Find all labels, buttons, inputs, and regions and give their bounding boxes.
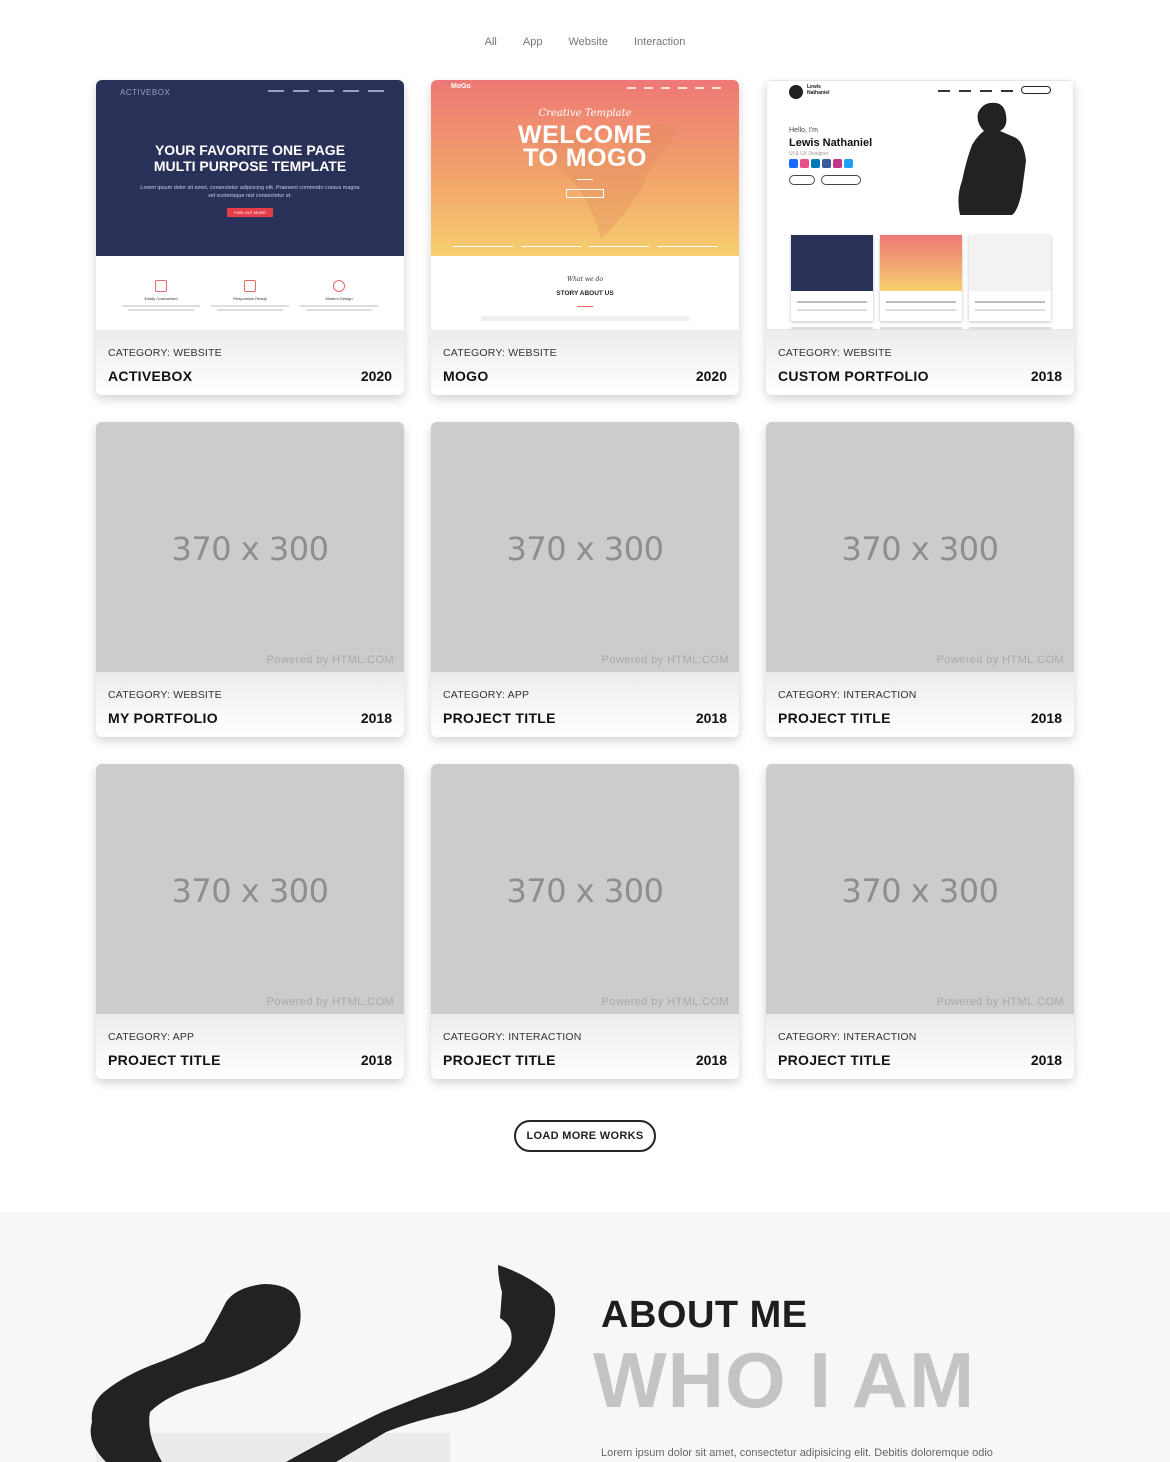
facebook-icon: [822, 159, 831, 168]
about-text: Lorem ipsum dolor sit amet, consectetur …: [601, 1447, 993, 1459]
work-card[interactable]: 370 x 300 Powered by HTML.COM CATEGORY: …: [96, 422, 404, 737]
work-card[interactable]: 370 x 300 Powered by HTML.COM CATEGORY: …: [766, 764, 1074, 1079]
filter-interaction[interactable]: Interaction: [634, 36, 685, 48]
work-info: CATEGORY: INTERACTION PROJECT TITLE 2018: [766, 1014, 1074, 1079]
tools-icon: [155, 280, 167, 292]
mogo-logo: MoGo: [451, 83, 471, 90]
monitor-icon: [244, 280, 256, 292]
work-category: CATEGORY: WEBSITE: [778, 347, 892, 359]
work-info: CATEGORY: WEBSITE MOGO 2020: [431, 330, 739, 395]
placeholder-thumbnail: 370 x 300 Powered by HTML.COM: [96, 422, 404, 672]
behance-icon: [789, 159, 798, 168]
placeholder-thumbnail: 370 x 300 Powered by HTML.COM: [766, 422, 1074, 672]
work-year: 2018: [695, 1052, 727, 1068]
work-card[interactable]: 370 x 300 Powered by HTML.COM CATEGORY: …: [431, 422, 739, 737]
work-year: 2018: [360, 710, 392, 726]
work-year: 2018: [1030, 1052, 1062, 1068]
placeholder-thumbnail: 370 x 300 Powered by HTML.COM: [766, 764, 1074, 1014]
work-card[interactable]: 370 x 300 Powered by HTML.COM CATEGORY: …: [96, 764, 404, 1079]
about-title: ABOUT ME: [601, 1294, 808, 1336]
work-info: CATEGORY: WEBSITE MY PORTFOLIO 2018: [96, 672, 404, 737]
work-thumbnail: MoGo Creative Template WELCOME TO MOGO W…: [431, 80, 739, 330]
load-more-works-button[interactable]: LOAD MORE WORKS: [514, 1120, 656, 1152]
filter-all[interactable]: All: [485, 36, 497, 48]
work-year: 2018: [1030, 368, 1062, 384]
work-category: CATEGORY: WEBSITE: [108, 689, 222, 701]
portfolio-preview: Lewis Nathaniel Hello, I'm Lewis Nathani…: [766, 80, 1074, 330]
work-title: PROJECT TITLE: [443, 1052, 556, 1068]
work-thumbnail: Lewis Nathaniel Hello, I'm Lewis Nathani…: [766, 80, 1074, 330]
work-info: CATEGORY: INTERACTION PROJECT TITLE 2018: [431, 1014, 739, 1079]
work-category: CATEGORY: WEBSITE: [108, 347, 222, 359]
work-category: CATEGORY: INTERACTION: [778, 689, 917, 701]
work-thumbnail: ACTIVEBOX YOUR FAVORITE ONE PAGE MULTI P…: [96, 80, 404, 330]
instagram-icon: [833, 159, 842, 168]
work-category: CATEGORY: INTERACTION: [443, 1031, 582, 1043]
work-card[interactable]: 370 x 300 Powered by HTML.COM CATEGORY: …: [766, 422, 1074, 737]
work-year: 2020: [695, 368, 727, 384]
person-silhouette: [90, 1265, 556, 1462]
portfolio-filter-nav: All App Website Interaction: [0, 36, 1170, 48]
placeholder-thumbnail: 370 x 300 Powered by HTML.COM: [431, 422, 739, 672]
work-year: 2018: [1030, 710, 1062, 726]
work-info: CATEGORY: INTERACTION PROJECT TITLE 2018: [766, 672, 1074, 737]
activebox-nav: [268, 90, 384, 92]
work-info: CATEGORY: APP PROJECT TITLE 2018: [431, 672, 739, 737]
activebox-cta-button: FIND OUT MORE: [227, 208, 273, 217]
avatar: [789, 85, 803, 99]
activebox-feature: Easily Customised: [116, 280, 206, 311]
work-title: PROJECT TITLE: [778, 1052, 891, 1068]
work-info: CATEGORY: WEBSITE CUSTOM PORTFOLIO 2018: [766, 330, 1074, 395]
activebox-feature: Modern Design: [294, 280, 384, 311]
activebox-logo: ACTIVEBOX: [120, 88, 171, 97]
filter-website[interactable]: Website: [568, 36, 608, 48]
work-category: CATEGORY: APP: [443, 689, 530, 701]
work-card-custom-portfolio[interactable]: Lewis Nathaniel Hello, I'm Lewis Nathani…: [766, 80, 1074, 395]
work-category: CATEGORY: APP: [108, 1031, 195, 1043]
activebox-hero: ACTIVEBOX YOUR FAVORITE ONE PAGE MULTI P…: [96, 80, 404, 256]
placeholder-thumbnail: 370 x 300 Powered by HTML.COM: [96, 764, 404, 1014]
works-grid: ACTIVEBOX YOUR FAVORITE ONE PAGE MULTI P…: [96, 80, 1076, 1079]
work-card-mogo[interactable]: MoGo Creative Template WELCOME TO MOGO W…: [431, 80, 739, 395]
placeholder-thumbnail: 370 x 300 Powered by HTML.COM: [431, 764, 739, 1014]
activebox-lead: Lorem ipsum dolor sit amet, consectetur …: [140, 185, 360, 199]
work-year: 2018: [360, 1052, 392, 1068]
work-info: CATEGORY: APP PROJECT TITLE 2018: [96, 1014, 404, 1079]
linkedin-icon: [811, 159, 820, 168]
person-silhouette: [958, 102, 1026, 215]
activebox-headline: YOUR FAVORITE ONE PAGE MULTI PURPOSE TEM…: [153, 142, 347, 174]
activebox-features: Easily Customised Responsive Ready Moder…: [96, 256, 404, 330]
mogo-learn-button: [566, 189, 604, 198]
dribbble-icon: [800, 159, 809, 168]
about-subtitle: WHO I AM: [593, 1336, 976, 1424]
twitter-icon: [844, 159, 853, 168]
activebox-feature: Responsive Ready: [205, 280, 295, 311]
mogo-stats: [453, 246, 717, 252]
work-year: 2020: [360, 368, 392, 384]
work-info: CATEGORY: WEBSITE ACTIVEBOX 2020: [96, 330, 404, 395]
mogo-nav: [627, 87, 721, 89]
work-year: 2018: [695, 710, 727, 726]
work-category: CATEGORY: INTERACTION: [778, 1031, 917, 1043]
mogo-hero: MoGo Creative Template WELCOME TO MOGO: [431, 80, 739, 256]
work-title: ACTIVEBOX: [108, 368, 193, 384]
work-category: CATEGORY: WEBSITE: [443, 347, 557, 359]
about-section: ABOUT ME WHO I AM Lorem ipsum dolor sit …: [0, 1212, 1170, 1462]
mogo-about: What we do STORY ABOUT US: [431, 256, 739, 330]
filter-app[interactable]: App: [523, 36, 543, 48]
work-title: PROJECT TITLE: [108, 1052, 221, 1068]
mogo-script: Creative Template: [538, 108, 632, 119]
work-title: CUSTOM PORTFOLIO: [778, 368, 929, 384]
work-title: PROJECT TITLE: [443, 710, 556, 726]
work-title: MOGO: [443, 368, 489, 384]
social-icons: [789, 159, 853, 168]
mogo-headline: WELCOME TO MOGO: [517, 121, 653, 172]
lightbulb-icon: [333, 280, 345, 292]
work-card-activebox[interactable]: ACTIVEBOX YOUR FAVORITE ONE PAGE MULTI P…: [96, 80, 404, 395]
work-title: PROJECT TITLE: [778, 710, 891, 726]
work-card[interactable]: 370 x 300 Powered by HTML.COM CATEGORY: …: [431, 764, 739, 1079]
work-title: MY PORTFOLIO: [108, 710, 218, 726]
